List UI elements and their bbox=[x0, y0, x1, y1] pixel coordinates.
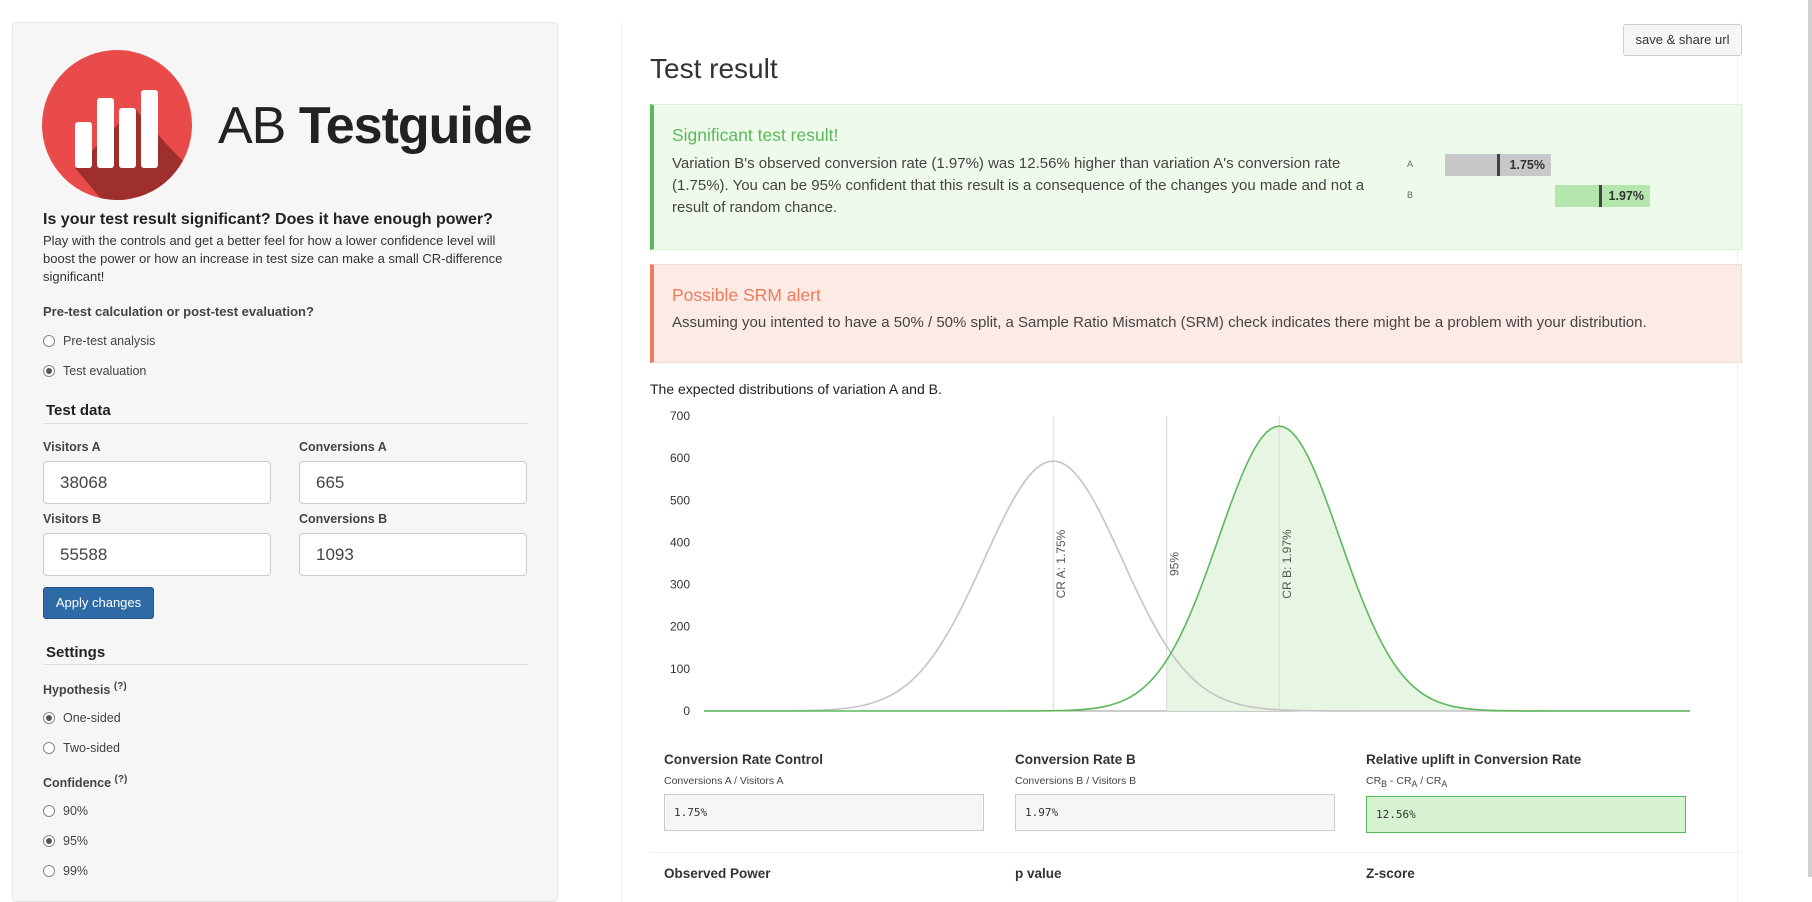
bar-b-fill: 1.97% bbox=[1555, 185, 1650, 207]
divider bbox=[43, 664, 528, 665]
radio-icon[interactable] bbox=[43, 742, 55, 754]
scrollbar[interactable] bbox=[1808, 0, 1812, 877]
radio-icon[interactable] bbox=[43, 335, 55, 347]
y-tick-label: 0 bbox=[683, 704, 690, 718]
radio-icon[interactable] bbox=[43, 805, 55, 817]
alert-text: Assuming you intented to have a 50% / 50… bbox=[672, 314, 1647, 331]
conversions-a-input[interactable]: 665 bbox=[299, 461, 527, 504]
radio-label: Test evaluation bbox=[63, 364, 147, 378]
metric-observed-power-title: Observed Power bbox=[664, 866, 771, 881]
conversions-a-label: Conversions A bbox=[299, 440, 387, 454]
metric-relative-uplift: Relative uplift in Conversion Rate CRB -… bbox=[1366, 752, 1686, 834]
conversions-b-input[interactable]: 1093 bbox=[299, 533, 527, 576]
radio-checked-icon[interactable] bbox=[43, 365, 55, 377]
metric-cr-control: Conversion Rate Control Conversions A / … bbox=[664, 752, 984, 831]
y-tick-label: 300 bbox=[670, 578, 690, 592]
divider bbox=[43, 423, 528, 424]
y-tick-label: 400 bbox=[670, 535, 690, 549]
radio-test-evaluation[interactable]: Test evaluation bbox=[43, 364, 146, 378]
chart-caption: The expected distributions of variation … bbox=[650, 381, 942, 397]
visitors-a-input[interactable]: 38068 bbox=[43, 461, 271, 504]
metric-formula: Conversions B / Visitors B bbox=[1015, 775, 1137, 787]
settings-title: Settings bbox=[46, 644, 106, 661]
y-tick-label: 600 bbox=[670, 451, 690, 465]
alert-title: Possible SRM alert bbox=[672, 285, 821, 305]
distribution-chart: 0 100 200 300 400 500 600 700 CR A: 1.75% 95% CR B… bbox=[670, 409, 1690, 718]
divider bbox=[650, 852, 1742, 853]
apply-changes-button[interactable]: Apply changes bbox=[43, 587, 154, 619]
visitors-b-input[interactable]: 55588 bbox=[43, 533, 271, 576]
metric-cr-b: Conversion Rate B Conversions B / Visito… bbox=[1015, 752, 1335, 831]
hypothesis-label: Hypothesis (?) bbox=[43, 681, 127, 698]
radio-checked-icon[interactable] bbox=[43, 835, 55, 847]
help-icon[interactable]: (?) bbox=[115, 774, 128, 785]
intro-text: Play with the controls and get a better … bbox=[43, 233, 503, 284]
radio-icon[interactable] bbox=[43, 865, 55, 877]
radio-confidence-95[interactable]: 95% bbox=[43, 834, 88, 848]
srm-alert: Possible SRM alert Assuming you intented… bbox=[650, 264, 1742, 363]
alert-text: Variation B's observed conversion rate (… bbox=[672, 155, 1365, 216]
bar-b-marker bbox=[1599, 185, 1602, 207]
radio-label: 99% bbox=[63, 864, 89, 878]
metric-z-score-title: Z-score bbox=[1366, 866, 1415, 881]
help-icon[interactable]: (?) bbox=[114, 681, 127, 692]
radio-label: Two-sided bbox=[63, 741, 120, 755]
radio-pre-test[interactable]: Pre-test analysis bbox=[43, 334, 155, 348]
metric-value-field[interactable]: 1.75% bbox=[664, 794, 984, 831]
intro-title: Is your test result significant? Does it… bbox=[43, 211, 493, 228]
radio-label: 90% bbox=[63, 804, 89, 818]
y-tick-label: 100 bbox=[670, 662, 690, 676]
annotation-label: CR A: 1.75% bbox=[1054, 529, 1068, 598]
brand-title: AB Testguide bbox=[218, 97, 533, 155]
metric-title: Relative uplift in Conversion Rate bbox=[1366, 752, 1582, 767]
radio-label: One-sided bbox=[63, 711, 121, 725]
radio-label: 95% bbox=[63, 834, 89, 848]
annotation-label: CR B: 1.97% bbox=[1280, 529, 1294, 599]
test-data-title: Test data bbox=[46, 402, 111, 419]
metric-value-field[interactable]: 12.56% bbox=[1366, 796, 1686, 834]
metric-title: Conversion Rate Control bbox=[664, 752, 824, 767]
conversions-b-label: Conversions B bbox=[299, 512, 388, 526]
metric-formula: CRB - CRA / CRA bbox=[1366, 775, 1448, 790]
y-tick-label: 700 bbox=[670, 409, 690, 423]
metric-p-value-title: p value bbox=[1015, 866, 1062, 881]
significant-result-alert: Significant test result! Variation B's o… bbox=[650, 104, 1742, 250]
radio-one-sided[interactable]: One-sided bbox=[43, 711, 121, 725]
bar-a-label: A bbox=[1407, 159, 1414, 169]
confidence-label: Confidence (?) bbox=[43, 774, 128, 791]
y-tick-label: 200 bbox=[670, 620, 690, 634]
metric-formula: Conversions A / Visitors A bbox=[664, 775, 784, 787]
y-tick-label: 500 bbox=[670, 493, 690, 507]
ab-testguide-logo bbox=[42, 50, 192, 200]
bar-a-marker bbox=[1497, 154, 1500, 176]
visitors-b-label: Visitors B bbox=[43, 512, 102, 526]
radio-label: Pre-test analysis bbox=[63, 334, 156, 348]
page-title: Test result bbox=[650, 53, 778, 84]
visitors-a-label: Visitors A bbox=[43, 440, 101, 454]
bar-b-label: B bbox=[1407, 190, 1414, 200]
save-share-url-button[interactable]: save & share url bbox=[1623, 24, 1742, 56]
radio-confidence-99[interactable]: 99% bbox=[43, 864, 88, 878]
radio-checked-icon[interactable] bbox=[43, 712, 55, 724]
radio-two-sided[interactable]: Two-sided bbox=[43, 741, 120, 755]
radio-confidence-90[interactable]: 90% bbox=[43, 804, 88, 818]
metric-value-field[interactable]: 1.97% bbox=[1015, 794, 1335, 831]
mode-label: Pre-test calculation or post-test evalua… bbox=[43, 304, 314, 319]
annotation-label: 95% bbox=[1168, 552, 1182, 576]
alert-title: Significant test result! bbox=[672, 125, 839, 145]
metric-title: Conversion Rate B bbox=[1015, 752, 1136, 767]
